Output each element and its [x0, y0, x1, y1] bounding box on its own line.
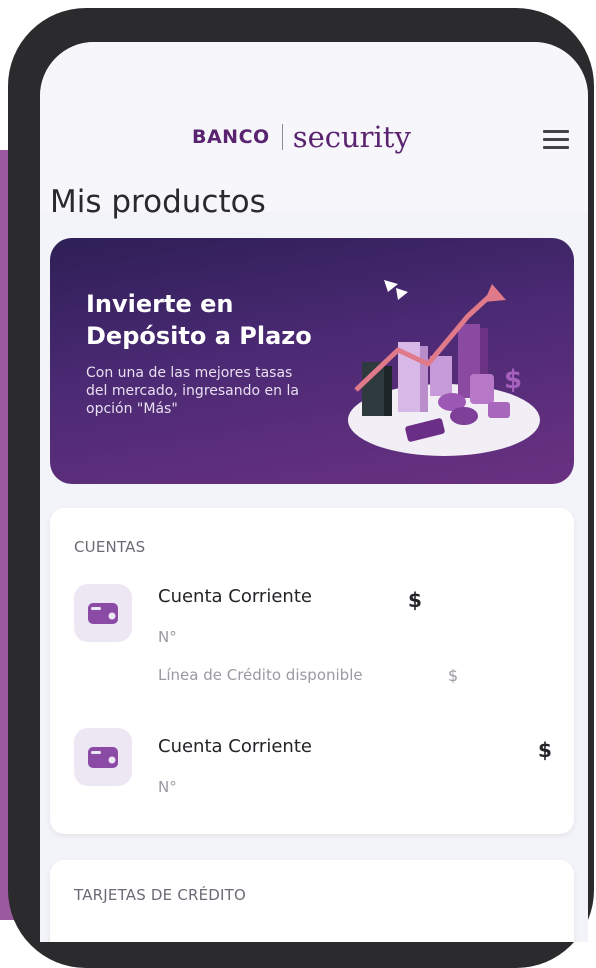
credit-line-currency: $: [448, 666, 459, 685]
account-balance-currency: $: [538, 738, 552, 762]
logo-security-text: security: [292, 120, 411, 154]
account-name: Cuenta Corriente: [158, 586, 312, 607]
wallet-icon: [74, 728, 132, 786]
logo-banco-text: BANCO: [192, 126, 270, 148]
account-name: Cuenta Corriente: [158, 736, 312, 757]
account-balance-currency: $: [408, 588, 422, 612]
cuentas-section-label: CUENTAS: [74, 538, 146, 556]
promo-title-line1: Invierte en: [86, 290, 234, 318]
phone-frame: BANCO security Mis productos Invierte en…: [8, 8, 594, 968]
tarjetas-card[interactable]: TARJETAS DE CRÉDITO: [50, 860, 574, 942]
app-screen: BANCO security Mis productos Invierte en…: [40, 42, 588, 942]
hamburger-menu-icon[interactable]: [543, 130, 569, 150]
credit-line-label: Línea de Crédito disponible: [158, 666, 363, 684]
promo-banner[interactable]: Invierte en Depósito a Plazo Con una de …: [50, 238, 574, 484]
promo-description: Con una de las mejores tasas del mercado…: [86, 365, 299, 417]
account-row-2[interactable]: [62, 714, 562, 804]
svg-text:$: $: [504, 365, 522, 395]
account-number-label: N°: [158, 778, 177, 796]
logo-divider: [281, 124, 283, 150]
promo-title-line2: Depósito a Plazo: [86, 322, 312, 350]
account-number-label: N°: [158, 628, 177, 646]
bank-logo: BANCO security: [192, 120, 411, 154]
cuentas-card: CUENTAS Cuenta Corriente $ N° Línea de C…: [50, 508, 574, 834]
investment-chart-illustration: $: [348, 280, 540, 456]
page-title: Mis productos: [50, 184, 266, 220]
tarjetas-section-label: TARJETAS DE CRÉDITO: [74, 886, 247, 904]
wallet-icon: [74, 584, 132, 642]
promo-title: Invierte en Depósito a Plazo: [86, 288, 346, 352]
